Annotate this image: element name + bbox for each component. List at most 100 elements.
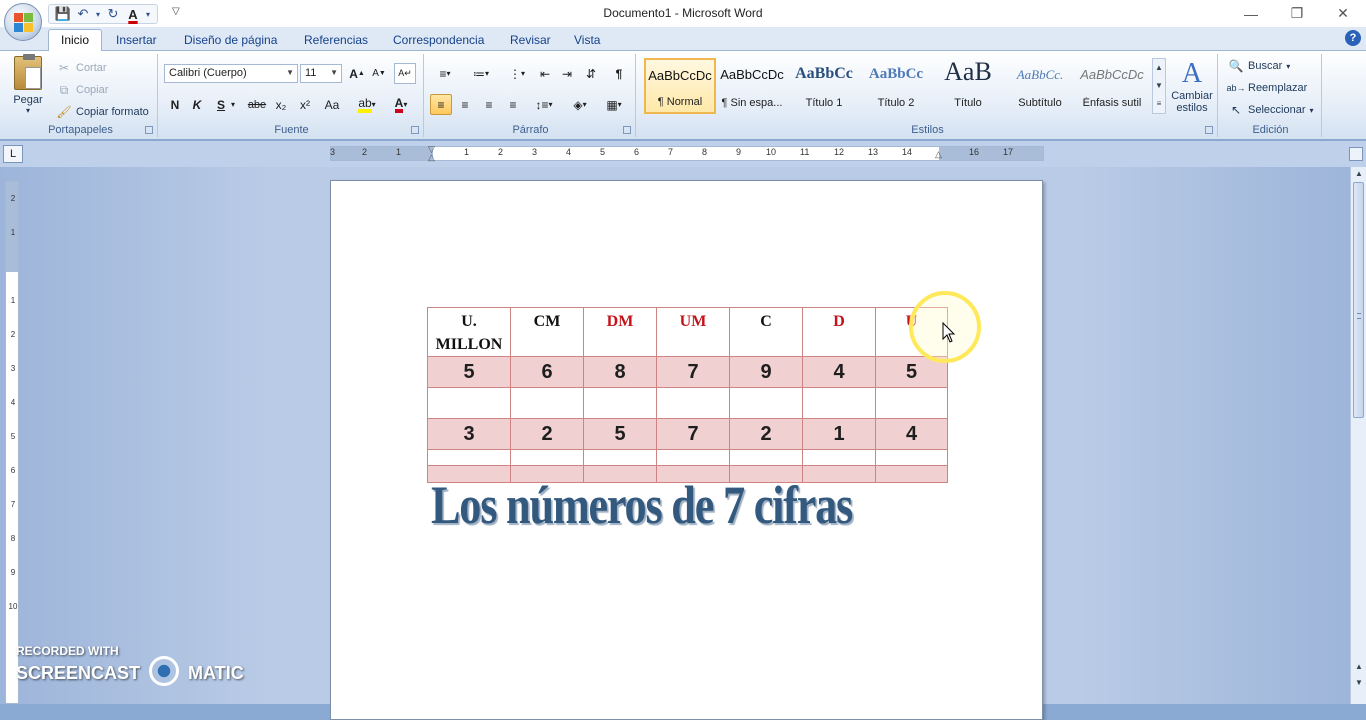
table-cell[interactable]: 6 xyxy=(510,356,584,388)
align-left-icon[interactable]: ≡ xyxy=(430,94,452,115)
table-cell[interactable]: 2 xyxy=(729,418,803,450)
header-cell[interactable]: CM xyxy=(510,307,584,357)
vertical-ruler[interactable]: 2 1 1 2 3 4 5 6 7 8 9 10 xyxy=(5,181,19,704)
style-no-spacing[interactable]: AaBbCcDc ¶ Sin espa... xyxy=(716,58,788,114)
scroll-up-icon[interactable]: ▲ xyxy=(1353,169,1365,181)
align-right-icon[interactable]: ≡ xyxy=(478,94,500,115)
header-cell[interactable]: DM xyxy=(583,307,657,357)
document-page[interactable]: U. MILLON CM DM UM C D U 5 6 8 7 9 4 5 3… xyxy=(330,180,1043,720)
more-styles-icon[interactable]: ≡ xyxy=(1153,95,1165,113)
sort-icon[interactable]: ⇵ xyxy=(580,63,602,84)
view-ruler-icon[interactable] xyxy=(1349,147,1363,161)
right-indent-marker-icon[interactable]: △ xyxy=(935,149,942,160)
table-cell[interactable]: 7 xyxy=(656,418,730,450)
change-styles-button[interactable]: A Cambiar estilos xyxy=(1170,58,1214,114)
replace-button[interactable]: ab→ Reemplazar xyxy=(1227,80,1308,96)
table-cell[interactable] xyxy=(802,387,876,419)
table-cell[interactable]: 2 xyxy=(510,418,584,450)
style-subtle-emphasis[interactable]: AaBbCcDc Énfasis sutil xyxy=(1076,58,1148,114)
shading-icon[interactable]: ◈ ▾ xyxy=(564,94,596,115)
previous-page-icon[interactable]: ▲ xyxy=(1353,662,1365,674)
font-size-combo[interactable]: 11 ▼ xyxy=(300,64,342,83)
tab-insertar[interactable]: Insertar xyxy=(116,31,157,51)
font-color-icon[interactable]: A ▾ xyxy=(386,94,416,115)
clipboard-launcher-icon[interactable] xyxy=(145,126,153,134)
table-cell[interactable]: 3 xyxy=(427,418,511,450)
multilevel-list-icon[interactable]: ⋮ ▾ xyxy=(500,63,534,84)
tab-diseno-de-pagina[interactable]: Diseño de página xyxy=(184,31,277,51)
style-title[interactable]: AaB Título xyxy=(932,57,1004,114)
strikethrough-button[interactable]: abe xyxy=(246,94,268,115)
styles-gallery-scroll[interactable]: ▲ ▼ ≡ xyxy=(1152,58,1166,114)
vertical-scrollbar[interactable]: ▲ ▲ ▼ xyxy=(1350,167,1366,704)
indent-marker-icon[interactable]: △ xyxy=(428,152,435,163)
table-cell[interactable] xyxy=(656,387,730,419)
help-icon[interactable]: ? xyxy=(1345,30,1361,46)
superscript-button[interactable]: x² xyxy=(294,94,316,115)
table-cell[interactable]: 9 xyxy=(729,356,803,388)
subscript-button[interactable]: x₂ xyxy=(270,94,292,115)
find-button[interactable]: 🔍 Buscar ▾ xyxy=(1228,58,1291,74)
table-cell[interactable] xyxy=(729,449,803,466)
tab-revisar[interactable]: Revisar xyxy=(510,31,551,51)
restore-icon[interactable]: ❐ xyxy=(1274,0,1320,27)
tab-vista[interactable]: Vista xyxy=(574,31,600,51)
cut-button[interactable]: ✂ Cortar xyxy=(56,60,107,76)
tab-correspondencia[interactable]: Correspondencia xyxy=(393,31,484,51)
highlight-color-icon[interactable]: ab ▾ xyxy=(352,94,382,115)
grow-font-icon[interactable]: A ▲ xyxy=(346,63,368,84)
align-center-icon[interactable]: ≡ xyxy=(454,94,476,115)
next-page-icon[interactable]: ▼ xyxy=(1353,678,1365,690)
table-cell[interactable] xyxy=(427,449,511,466)
table-cell[interactable] xyxy=(583,387,657,419)
tab-referencias[interactable]: Referencias xyxy=(304,31,368,51)
header-cell[interactable]: UM xyxy=(656,307,730,357)
numbering-icon[interactable]: ≔ ▾ xyxy=(464,63,498,84)
table-cell[interactable] xyxy=(875,387,948,419)
table-cell[interactable]: 8 xyxy=(583,356,657,388)
borders-icon[interactable]: ▦ ▾ xyxy=(598,94,630,115)
table-cell[interactable] xyxy=(729,387,803,419)
minimize-icon[interactable]: — xyxy=(1228,0,1274,27)
table-cell[interactable] xyxy=(656,449,730,466)
style-subtitle[interactable]: AaBbCc. Subtítulo xyxy=(1004,58,1076,114)
decrease-indent-icon[interactable]: ⇤ xyxy=(534,63,556,84)
line-spacing-icon[interactable]: ↕≡ ▾ xyxy=(528,94,560,115)
tab-selector-button[interactable]: L xyxy=(3,145,23,163)
bold-button[interactable]: N xyxy=(164,94,186,115)
style-heading-2[interactable]: AaBbCc Título 2 xyxy=(860,58,932,114)
bullets-icon[interactable]: ≡ ▾ xyxy=(428,63,462,84)
chevron-down-icon[interactable]: ▼ xyxy=(1153,77,1165,95)
table-cell[interactable]: 5 xyxy=(583,418,657,450)
table-cell[interactable] xyxy=(427,387,511,419)
horizontal-ruler[interactable]: 3 2 1 1 2 3 4 5 6 7 8 9 10 11 12 13 14 1… xyxy=(330,144,1044,163)
underline-dropdown-icon[interactable]: ▾ xyxy=(228,94,238,115)
change-case-button[interactable]: Aa xyxy=(318,94,346,115)
scrollbar-thumb[interactable] xyxy=(1353,182,1364,418)
table-cell[interactable] xyxy=(875,449,948,466)
style-heading-1[interactable]: AaBbCc Título 1 xyxy=(788,58,860,114)
table-cell[interactable]: 4 xyxy=(802,356,876,388)
increase-indent-icon[interactable]: ⇥ xyxy=(556,63,578,84)
office-button[interactable] xyxy=(4,3,42,41)
shrink-font-icon[interactable]: A ▼ xyxy=(368,63,390,84)
italic-button[interactable]: K xyxy=(186,94,208,115)
header-cell[interactable]: U. MILLON xyxy=(427,307,511,357)
show-formatting-icon[interactable]: ¶ xyxy=(608,63,630,84)
paste-button[interactable]: Pegar ▾ xyxy=(8,54,48,115)
copy-button[interactable]: ⧉ Copiar xyxy=(56,82,109,98)
table-cell[interactable] xyxy=(875,465,948,483)
tab-inicio[interactable]: Inicio xyxy=(48,29,103,52)
clear-formatting-icon[interactable]: A↵ xyxy=(394,63,416,84)
justify-icon[interactable]: ≡ xyxy=(502,94,524,115)
format-painter-button[interactable]: 🖌 Copiar formato xyxy=(56,104,148,120)
font-name-combo[interactable]: Calibri (Cuerpo) ▼ xyxy=(164,64,298,83)
table-cell[interactable] xyxy=(510,449,584,466)
styles-launcher-icon[interactable] xyxy=(1205,126,1213,134)
table-cell[interactable]: 7 xyxy=(656,356,730,388)
font-launcher-icon[interactable] xyxy=(411,126,419,134)
select-button[interactable]: ↖ Seleccionar ▾ xyxy=(1228,102,1314,118)
table-cell[interactable]: 4 xyxy=(875,418,948,450)
table-cell[interactable] xyxy=(510,387,584,419)
table-cell[interactable]: 5 xyxy=(427,356,511,388)
